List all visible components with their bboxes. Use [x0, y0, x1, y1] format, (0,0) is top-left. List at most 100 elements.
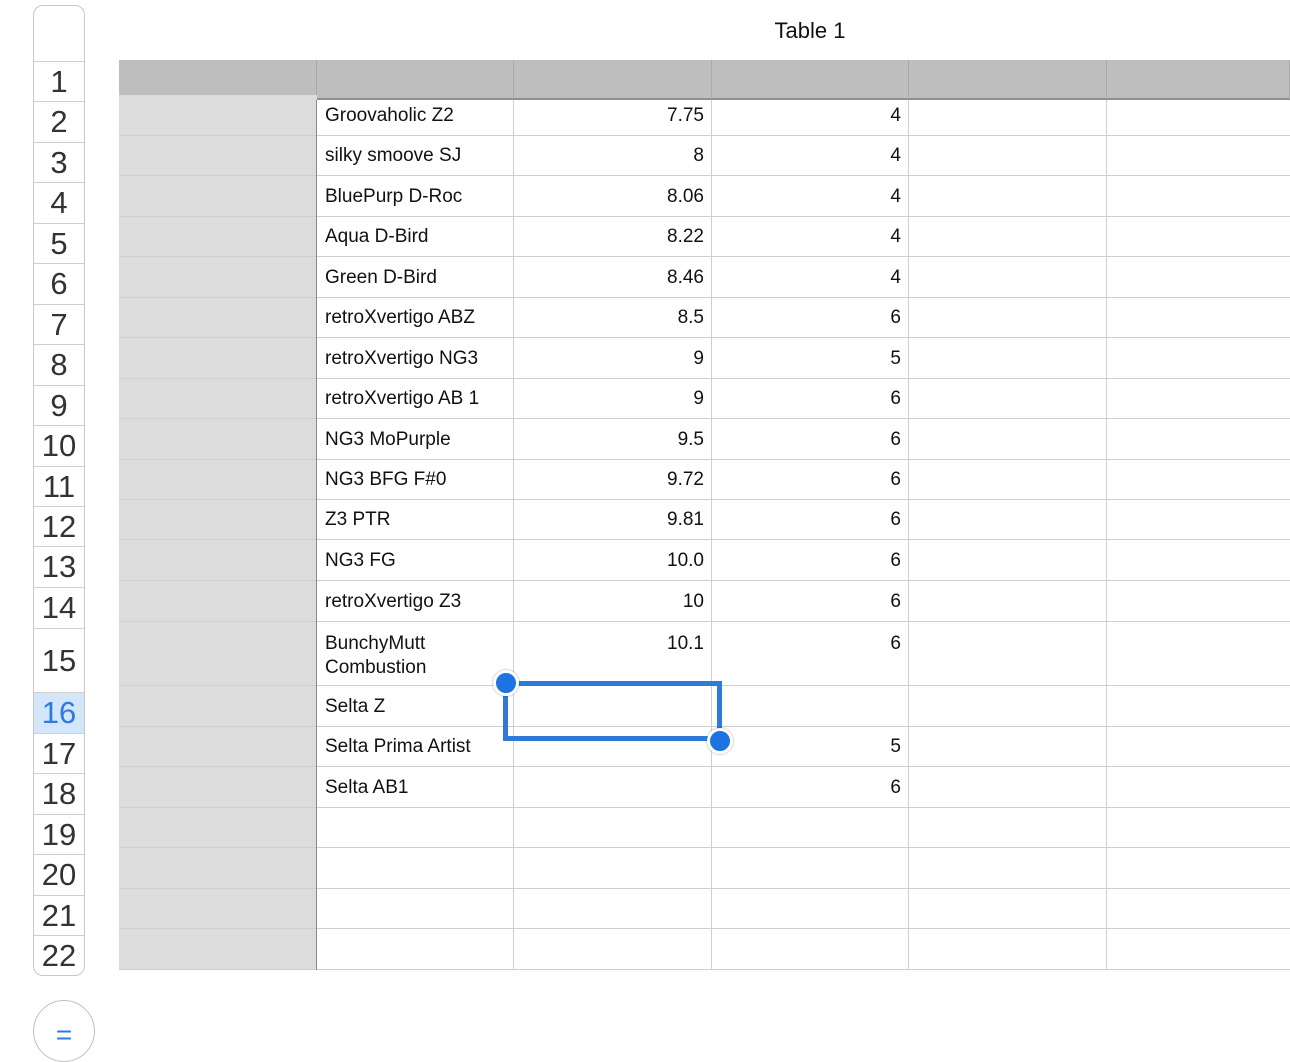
row-header-11[interactable]: 11	[34, 466, 84, 506]
cell-selection-box[interactable]	[503, 681, 722, 741]
header-column-cell[interactable]	[119, 889, 317, 929]
count-cell[interactable]: 6	[712, 581, 909, 622]
value-cell[interactable]: 9	[514, 379, 712, 419]
column-header-cell[interactable]	[119, 60, 317, 100]
row-header-4[interactable]: 4	[34, 182, 84, 223]
count-cell[interactable]	[712, 889, 909, 929]
name-cell[interactable]: NG3 FG	[317, 540, 514, 581]
row-header-17[interactable]: 17	[34, 733, 84, 773]
value-cell[interactable]: 8	[514, 136, 712, 176]
name-cell[interactable]: retroXvertigo ABZ	[317, 298, 514, 338]
count-cell[interactable]: 6	[712, 298, 909, 338]
name-cell[interactable]: Z3 PTR	[317, 500, 514, 540]
value-cell[interactable]: 8.5	[514, 298, 712, 338]
count-cell[interactable]: 6	[712, 622, 909, 686]
header-column-cell[interactable]	[119, 419, 317, 460]
header-column-cell[interactable]	[119, 338, 317, 379]
name-cell[interactable]: NG3 MoPurple	[317, 419, 514, 460]
name-cell[interactable]: Groovaholic Z2	[317, 95, 514, 136]
row-header-7[interactable]: 7	[34, 304, 84, 344]
name-cell[interactable]: retroXvertigo Z3	[317, 581, 514, 622]
header-column-cell[interactable]	[119, 379, 317, 419]
name-cell[interactable]	[317, 808, 514, 848]
value-cell[interactable]: 9.5	[514, 419, 712, 460]
row-header-1[interactable]: 1	[34, 61, 84, 101]
name-cell[interactable]: Selta Prima Artist	[317, 727, 514, 767]
value-cell[interactable]	[514, 889, 712, 929]
column-header-cell[interactable]	[712, 60, 909, 100]
selection-handle-top-left[interactable]	[493, 670, 519, 696]
header-column-cell[interactable]	[119, 848, 317, 889]
row-header-bar[interactable]: 1 2 3 4 5 6 7 8 9 10 11 12 13 14 15 16 17 18 19 20 21 22	[33, 5, 85, 976]
name-cell[interactable]: retroXvertigo NG3	[317, 338, 514, 379]
name-cell[interactable]: Aqua D-Bird	[317, 217, 514, 257]
count-cell[interactable]: 6	[712, 460, 909, 500]
value-cell[interactable]: 9.72	[514, 460, 712, 500]
count-cell[interactable]: 6	[712, 540, 909, 581]
name-cell[interactable]: Selta AB1	[317, 767, 514, 808]
row-header-9[interactable]: 9	[34, 385, 84, 425]
count-cell[interactable]	[712, 929, 909, 970]
header-column-cell[interactable]	[119, 686, 317, 727]
row-header-18[interactable]: 18	[34, 773, 84, 814]
selection-handle-bottom-right[interactable]	[707, 728, 733, 754]
count-cell[interactable]	[712, 808, 909, 848]
count-cell[interactable]: 4	[712, 95, 909, 136]
count-cell[interactable]: 4	[712, 257, 909, 298]
column-header-cell[interactable]	[909, 60, 1107, 100]
count-cell[interactable]: 6	[712, 379, 909, 419]
value-cell[interactable]: 8.22	[514, 217, 712, 257]
value-cell[interactable]: 10.1	[514, 622, 712, 686]
value-cell[interactable]: 9	[514, 338, 712, 379]
count-cell[interactable]	[712, 686, 909, 727]
table-title[interactable]: Table 1	[710, 18, 910, 44]
value-cell[interactable]	[514, 767, 712, 808]
row-header-6[interactable]: 6	[34, 263, 84, 304]
table-grid[interactable]: Groovaholic Z2 7.75 4 silky smoove SJ 8 4 Blue…	[119, 60, 1290, 976]
value-cell[interactable]	[514, 929, 712, 970]
name-cell[interactable]: silky smoove SJ	[317, 136, 514, 176]
header-column-cell[interactable]	[119, 767, 317, 808]
row-header-20[interactable]: 20	[34, 854, 84, 895]
column-header-cell[interactable]	[514, 60, 712, 100]
name-cell[interactable]	[317, 848, 514, 889]
header-column-cell[interactable]	[119, 929, 317, 970]
value-cell[interactable]: 7.75	[514, 95, 712, 136]
row-header-16[interactable]: 16	[34, 692, 84, 733]
count-cell[interactable]	[712, 848, 909, 889]
name-cell[interactable]: Selta Z	[317, 686, 514, 727]
value-cell[interactable]: 8.06	[514, 176, 712, 217]
header-column-cell[interactable]	[119, 217, 317, 257]
count-cell[interactable]: 5	[712, 338, 909, 379]
row-header-15[interactable]: 15	[34, 628, 84, 692]
header-column-cell[interactable]	[119, 298, 317, 338]
header-column-cell[interactable]	[119, 622, 317, 686]
column-header-cell[interactable]	[1107, 60, 1290, 100]
row-header-8[interactable]: 8	[34, 344, 84, 385]
name-cell[interactable]: retroXvertigo AB 1	[317, 379, 514, 419]
row-header-10[interactable]: 10	[34, 425, 84, 466]
value-cell[interactable]: 9.81	[514, 500, 712, 540]
header-column-cell[interactable]	[119, 176, 317, 217]
count-cell[interactable]: 4	[712, 176, 909, 217]
header-column-cell[interactable]	[119, 500, 317, 540]
row-header-21[interactable]: 21	[34, 895, 84, 935]
value-cell[interactable]: 10.0	[514, 540, 712, 581]
name-cell[interactable]: BunchyMutt Combustion	[317, 622, 514, 686]
header-column-cell[interactable]	[119, 727, 317, 767]
header-column-cell[interactable]	[119, 808, 317, 848]
header-column-cell[interactable]	[119, 460, 317, 500]
row-header-13[interactable]: 13	[34, 546, 84, 587]
header-column-cell[interactable]	[119, 95, 317, 136]
value-cell[interactable]	[514, 848, 712, 889]
row-header-2[interactable]: 2	[34, 101, 84, 142]
value-cell[interactable]	[514, 808, 712, 848]
count-cell[interactable]: 4	[712, 217, 909, 257]
value-cell[interactable]: 10	[514, 581, 712, 622]
count-cell[interactable]: 6	[712, 419, 909, 460]
count-cell[interactable]: 4	[712, 136, 909, 176]
name-cell[interactable]	[317, 929, 514, 970]
row-header-14[interactable]: 14	[34, 587, 84, 628]
row-header-22[interactable]: 22	[34, 935, 84, 975]
header-column-cell[interactable]	[119, 257, 317, 298]
